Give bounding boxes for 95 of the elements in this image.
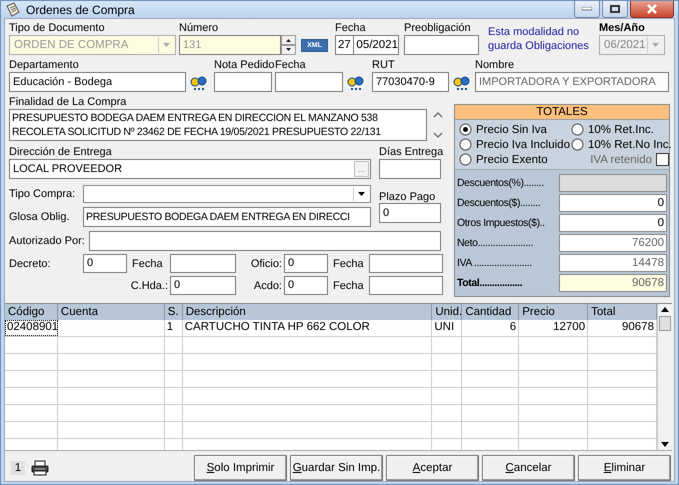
table-cell: 1: [164, 320, 183, 336]
price-option-radio[interactable]: 10% Ret.Inc.: [571, 123, 675, 136]
document-icon: [5, 2, 21, 18]
field-label: Fecha: [335, 21, 367, 35]
purpose-textarea[interactable]: PRESUPUESTO BODEGA DAEM ENTREGA EN DIRECCION EL MANZANO 538 RECOLETA SOLICITUD Nº 23462 DE FECHA 19/05/2021 PRESUPUESTO 22/131: [9, 109, 427, 141]
order-note-field[interactable]: [214, 72, 272, 92]
field-label: Días Entrega: [379, 145, 441, 159]
total-label: IVA .......................: [457, 257, 533, 269]
field-label: Plazo Pago: [379, 191, 436, 203]
date-field[interactable]: [275, 72, 343, 92]
spinner-icon[interactable]: [281, 35, 296, 55]
total-label: Total.................: [457, 277, 524, 289]
field-label: Fecha: [333, 258, 365, 270]
field-label: Tipo Compra:: [9, 188, 76, 200]
action-button[interactable]: Guardar Sin Imp.: [290, 455, 383, 481]
field-label: RUT: [372, 58, 396, 72]
field-label: Decreto:: [9, 258, 52, 270]
action-button[interactable]: Cancelar: [482, 455, 575, 481]
action-button[interactable]: Aceptar: [386, 455, 479, 481]
agreement-field[interactable]: 0: [284, 276, 328, 295]
rut-field[interactable]: 77030470-9: [372, 72, 449, 92]
totals-header: TOTALES: [455, 105, 669, 120]
price-option-radio[interactable]: Precio Iva Incluido: [459, 138, 571, 151]
column-header[interactable]: Cuenta: [58, 304, 165, 320]
column-header[interactable]: S.: [164, 304, 183, 320]
field-label: Departamento: [9, 58, 80, 72]
field-label: Dirección de Entrega: [9, 145, 113, 159]
date-field[interactable]: 27 05/2021: [335, 35, 399, 55]
field-label: Nombre: [475, 58, 516, 72]
minimize-button[interactable]: [574, 1, 600, 18]
price-option-radio[interactable]: 10% Ret.No Inc.: [571, 138, 675, 151]
vertical-scrollbar[interactable]: [657, 304, 672, 450]
column-header[interactable]: Código: [5, 304, 58, 320]
total-label: Neto......................: [457, 237, 534, 249]
field-label: Glosa Oblig.: [9, 211, 71, 223]
field-label: Preobligación: [404, 21, 472, 35]
window-title: Ordenes de Compra: [26, 2, 135, 16]
decree-field[interactable]: 0: [83, 254, 127, 273]
total-label: Descuentos($)........: [457, 197, 542, 209]
scrollbar-thumb[interactable]: [659, 316, 671, 331]
table-cell: 12700: [519, 320, 588, 336]
total-label: Descuentos(%)........: [457, 177, 545, 189]
date-field[interactable]: [170, 254, 236, 273]
field-label: Nota Pedido: [214, 58, 272, 72]
date-field[interactable]: [369, 276, 443, 295]
column-header[interactable]: Descripción: [182, 304, 432, 320]
field-label: Número: [179, 21, 220, 35]
scroll-arrows-icon[interactable]: [433, 111, 443, 139]
table-cell: CARTUCHO TINTA HP 662 COLOR: [182, 320, 432, 336]
total-value-field: 76200: [559, 234, 667, 252]
total-value-field[interactable]: 0: [559, 194, 667, 212]
column-header[interactable]: Cantidad: [462, 304, 520, 320]
total-value-field[interactable]: 0: [559, 214, 667, 232]
field-label: Fecha: [333, 280, 365, 292]
gloss-field[interactable]: PRESUPUESTO BODEGA DAEM ENTREGA EN DIRECCI: [83, 207, 371, 227]
name-field[interactable]: IMPORTADORA Y EXPORTADORA: [475, 72, 669, 92]
field-label: Fecha: [132, 258, 164, 270]
total-value-field: 14478: [559, 254, 667, 272]
maximize-icon: [610, 5, 620, 13]
delivery-address-field[interactable]: LOCAL PROVEEDOR ...: [9, 159, 371, 179]
field-label: Acdo:: [252, 280, 283, 292]
office-field[interactable]: 0: [284, 254, 328, 273]
info-note: Esta modalidad no guarda Obligaciones: [488, 25, 590, 53]
iva-withheld-checkbox[interactable]: IVA retenido: [571, 153, 675, 166]
column-header[interactable]: Unid.: [432, 304, 462, 320]
field-label: Oficio:: [250, 258, 283, 270]
printer-icon[interactable]: [31, 460, 49, 476]
minimize-icon: [582, 7, 592, 11]
preobligation-field[interactable]: [404, 35, 479, 55]
department-field[interactable]: Educación - Bodega: [9, 72, 186, 92]
maximize-button[interactable]: [602, 1, 628, 18]
field-label: Finalidad de La Compra: [9, 95, 128, 109]
purchase-type-dropdown[interactable]: [83, 185, 371, 203]
payment-term-field[interactable]: 0: [379, 203, 441, 223]
table-cell: UNI: [432, 320, 462, 336]
field-label: Tipo de Documento: [9, 21, 106, 35]
close-icon: [646, 4, 658, 14]
delivery-days-field[interactable]: [379, 159, 441, 179]
total-value-field: 90678: [559, 274, 667, 292]
field-label: C.Hda.:: [130, 280, 169, 292]
price-option-radio[interactable]: Precio Exento: [459, 153, 571, 166]
treasury-field[interactable]: 0: [170, 276, 236, 295]
close-button[interactable]: [630, 1, 674, 18]
action-button[interactable]: Eliminar: [578, 455, 671, 481]
total-label: Otros Impuestos($)..: [457, 217, 546, 229]
field-label: Mes/Año: [599, 21, 646, 35]
price-option-radio[interactable]: Precio Sin Iva: [459, 123, 571, 136]
page-number: 1: [11, 461, 25, 475]
date-field[interactable]: [369, 254, 443, 273]
table-cell: 6: [462, 320, 520, 336]
column-header[interactable]: Precio: [519, 304, 588, 320]
field-label: Fecha: [275, 58, 307, 72]
authorized-by-field[interactable]: [89, 231, 441, 251]
field-label: Autorizado Por:: [9, 235, 86, 247]
action-button[interactable]: Solo Imprimir: [194, 455, 287, 481]
